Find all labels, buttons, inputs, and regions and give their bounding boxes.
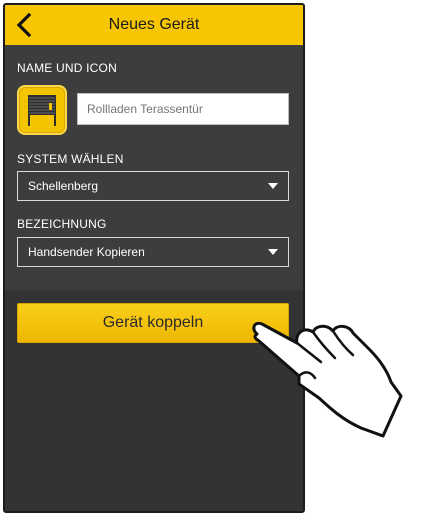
designation-select[interactable]: Handsender Kopieren [17,237,289,267]
system-label: SYSTEM WÄHLEN [17,152,124,166]
dropdown-caret-icon [268,183,278,189]
system-select-value: Schellenberg [28,179,99,193]
divider [5,290,303,291]
chevron-left-icon [16,13,32,37]
dropdown-caret-icon [268,249,278,255]
device-icon-picker[interactable] [17,85,67,135]
pointing-hand-icon [252,321,403,438]
back-button[interactable] [11,11,37,39]
name-icon-label: NAME UND ICON [17,61,117,75]
roller-shutter-icon [28,95,56,126]
device-name-input[interactable] [77,93,289,125]
designation-select-value: Handsender Kopieren [28,245,145,259]
system-select[interactable]: Schellenberg [17,171,289,201]
page-title: Neues Gerät [108,16,200,33]
designation-label: BEZEICHNUNG [17,217,107,231]
app-header: Neues Gerät [5,5,303,45]
